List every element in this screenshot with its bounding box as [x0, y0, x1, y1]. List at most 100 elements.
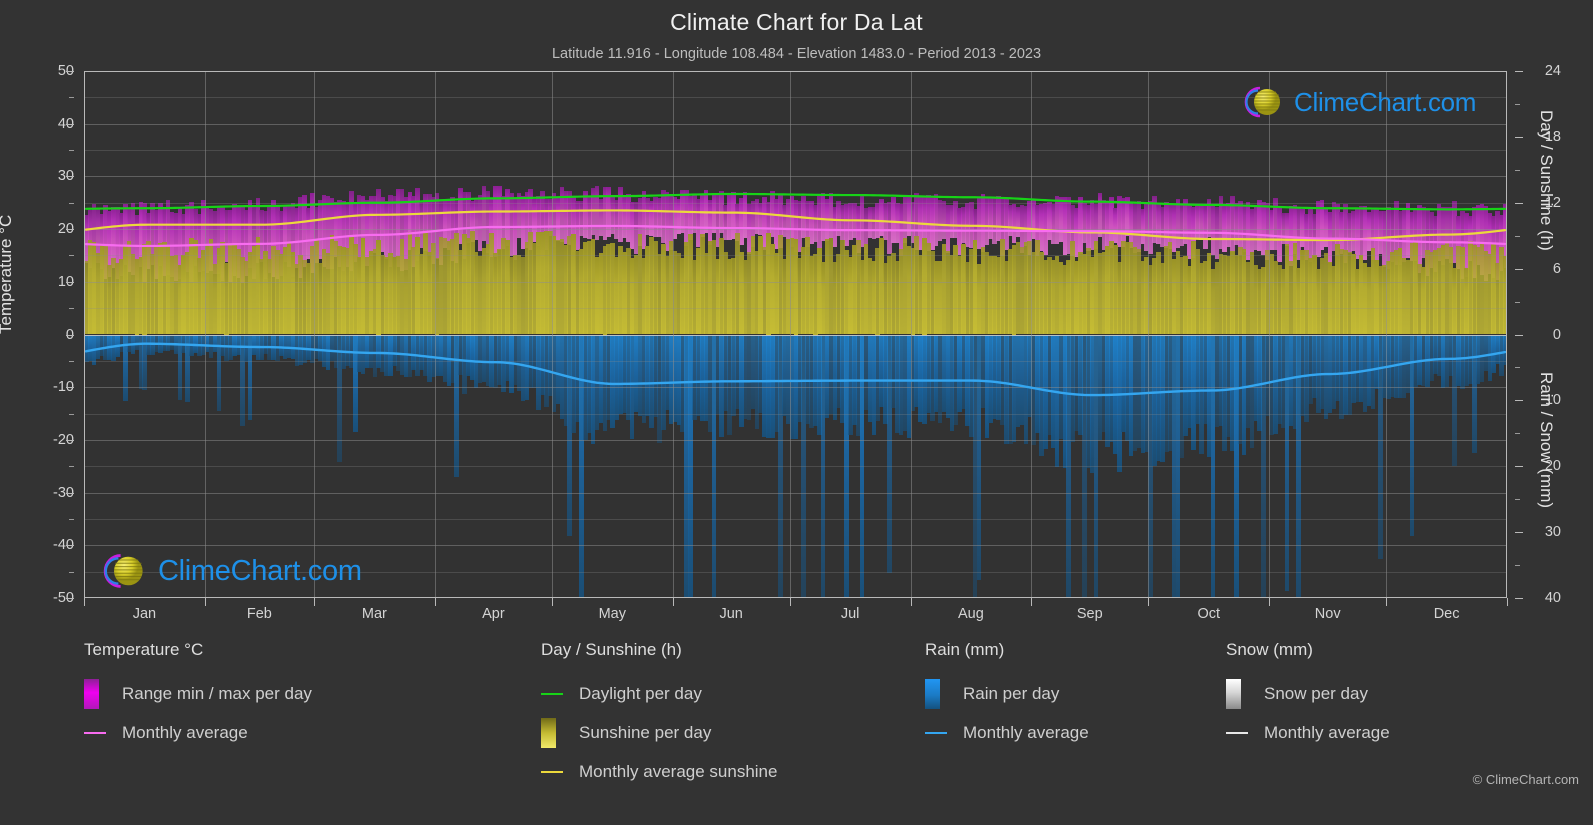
x-tick-mark: [204, 598, 206, 606]
x-tick-label: Sep: [1076, 606, 1103, 622]
x-tick-mark: [1031, 598, 1033, 606]
y-axis-left-ticks: 50 40 30 20 10 0 -10 -20 -30 -40 -50: [0, 63, 74, 606]
legend-title-rain: Rain (mm): [925, 640, 1005, 659]
legend-key: [1226, 678, 1252, 709]
chart-canvas: ClimeChart.com ClimeChart.com: [84, 71, 1507, 598]
x-tick-label: Jan: [132, 606, 157, 622]
footer-credit: © ClimeChart.com: [1472, 772, 1579, 787]
legend-group-rain: Rain (mm) Rain per day Monthly average: [925, 640, 1089, 752]
legend-item-label: Monthly average: [122, 722, 248, 742]
legend-item-label: Monthly average sunshine: [579, 761, 778, 781]
legend-group-temperature: Temperature °C Range min / max per day Mo…: [84, 640, 312, 752]
y-tick-label-left: -10: [53, 379, 74, 396]
legend-item[interactable]: Sunshine per day: [541, 713, 777, 752]
x-tick-label: Feb: [246, 606, 272, 622]
y-axis-right-title-rain: Rain / Snow (mm): [1537, 372, 1556, 509]
y-tick-mark-right: [1515, 400, 1523, 402]
legend-key: [541, 770, 567, 773]
legend-key: [84, 678, 110, 709]
legend-item-label: Monthly average: [1264, 722, 1390, 742]
legend-key: [84, 731, 110, 734]
y-tick-mark-minor-right: [1515, 433, 1520, 435]
y-tick-mark-minor-left: [69, 308, 74, 310]
y-tick-mark-right: [1515, 598, 1523, 599]
daylight-line: [84, 192, 1507, 211]
y-tick-mark-left: [66, 123, 74, 125]
rain-avg-line: [84, 342, 1507, 397]
legend-item-label: Daylight per day: [579, 683, 702, 703]
y-tick-label-left: 50: [57, 63, 74, 79]
sunshine-avg-line: [84, 209, 1507, 242]
legend-item[interactable]: Monthly average: [84, 713, 312, 752]
y-tick-mark-minor-left: [69, 518, 74, 520]
y-tick-mark-right: [1515, 334, 1523, 336]
legend-item[interactable]: Monthly average sunshine: [541, 752, 777, 791]
legend-line-key: [925, 731, 947, 734]
y-tick-label-left: 0: [65, 326, 74, 343]
legend-key: [541, 692, 567, 695]
x-tick-mark: [1148, 598, 1150, 606]
legend-line-key: [1226, 731, 1248, 734]
legend-title-day-sunshine: Day / Sunshine (h): [541, 640, 682, 659]
y-tick-mark-left: [66, 176, 74, 178]
y-tick-mark-left: [66, 545, 74, 547]
legend-swatch: [1226, 678, 1241, 709]
x-tick-label: Jun: [719, 606, 743, 622]
y-tick-mark-minor-left: [69, 202, 74, 204]
legend-swatch: [84, 678, 99, 709]
x-tick-label: May: [598, 606, 626, 622]
y-tick-mark-right: [1515, 532, 1523, 534]
y-tick-mark-left: [66, 492, 74, 494]
y-tick-mark-left: [66, 334, 74, 336]
y-tick-mark-minor-right: [1515, 235, 1520, 237]
y-tick-mark-minor-left: [69, 97, 74, 99]
legend-item[interactable]: Monthly average: [925, 713, 1089, 752]
y-tick-mark-left: [66, 598, 74, 599]
legend-rows-day-sunshine: Daylight per day Sunshine per day Monthly …: [541, 674, 777, 791]
legend-item[interactable]: Snow per day: [1226, 674, 1390, 713]
page-title: Climate Chart for Da Lat: [670, 9, 923, 35]
legend-item[interactable]: Rain per day: [925, 674, 1089, 713]
x-tick-mark: [672, 598, 674, 606]
chart-series-lines: [84, 71, 1507, 598]
y-axis-right-title-day: Day / Sunshine (h): [1537, 110, 1556, 251]
chart-header: Climate Chart for Da Lat Latitude 11.916…: [0, 0, 1593, 62]
y-tick-mark-minor-left: [69, 255, 74, 257]
legend-rows-rain: Rain per day Monthly average: [925, 674, 1089, 752]
y-tick-mark-minor-left: [69, 150, 74, 152]
y-tick-mark-right: [1515, 202, 1523, 204]
x-tick-label: Dec: [1433, 606, 1460, 622]
x-tick-mark: [314, 598, 315, 606]
y-tick-mark-minor-right: [1515, 169, 1520, 171]
legend-item[interactable]: Range min / max per day: [84, 674, 312, 713]
x-tick-label: Apr: [482, 606, 505, 622]
y-tick-mark-left: [66, 229, 74, 231]
legend-key: [1226, 731, 1252, 734]
x-tick-mark: [1507, 598, 1508, 606]
legend-item-label: Range min / max per day: [122, 683, 312, 703]
legend-rows-temperature: Range min / max per day Monthly average: [84, 674, 312, 752]
y-tick-label-left: -30: [53, 484, 74, 501]
y-tick-mark-minor-right: [1515, 103, 1520, 105]
legend-key: [541, 717, 567, 748]
legend-line-key: [541, 692, 563, 695]
chart-subtitle: Latitude 11.916 - Longitude 108.484 - El…: [551, 46, 1042, 62]
y-tick-mark-minor-right: [1515, 367, 1520, 369]
y-tick-mark-left: [66, 281, 74, 283]
legend-item-label: Snow per day: [1264, 683, 1368, 703]
x-tick-mark: [551, 598, 553, 606]
x-tick-label: Oct: [1197, 606, 1221, 622]
x-tick-mark: [1269, 598, 1271, 606]
legend-line-key: [84, 731, 106, 734]
legend-key: [925, 678, 951, 709]
y-tick-label-left: 30: [57, 168, 74, 185]
temp-avg-line: [84, 224, 1507, 248]
y-tick-label-left: -50: [53, 590, 74, 606]
legend-group-snow: Snow (mm) Snow per day Monthly average: [1226, 640, 1390, 752]
y-tick-label-left: 10: [57, 273, 74, 290]
legend-title-temperature: Temperature °C: [84, 640, 204, 659]
legend-item[interactable]: Daylight per day: [541, 674, 777, 713]
legend-item[interactable]: Monthly average: [1226, 713, 1390, 752]
y-tick-mark-minor-left: [69, 571, 74, 573]
legend-line-key: [541, 770, 563, 773]
